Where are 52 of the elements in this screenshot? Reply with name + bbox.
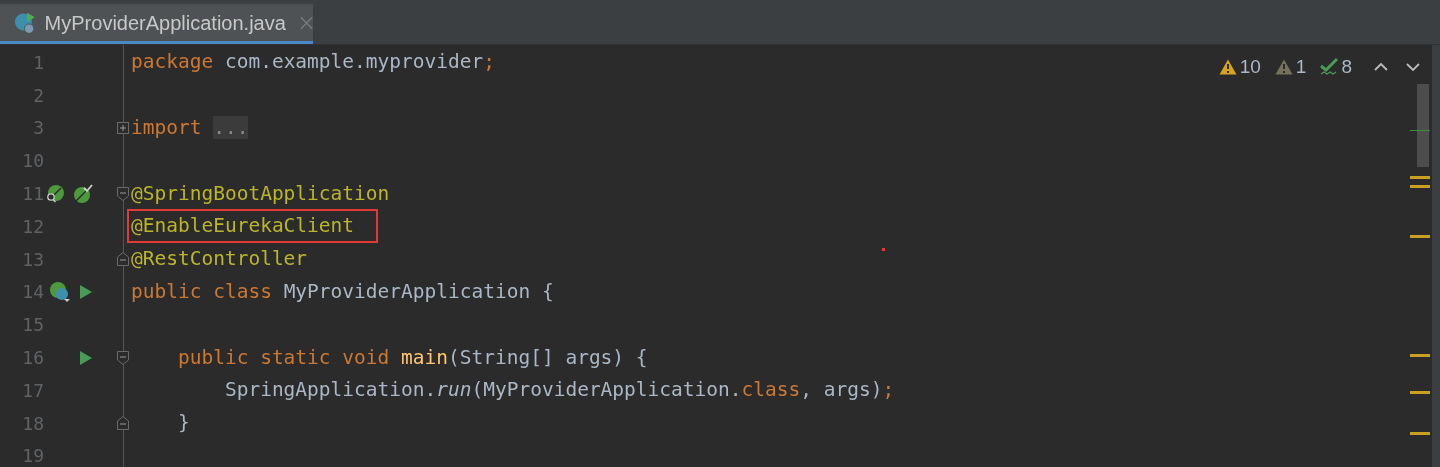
fold-end-icon[interactable] — [117, 252, 129, 267]
line-number: 2 — [32, 83, 44, 108]
line-number: 11 — [21, 182, 44, 207]
line-number: 19 — [21, 444, 44, 467]
line-number: 17 — [21, 378, 44, 403]
code-line: import ... — [131, 115, 249, 141]
error-stripe-marker — [1410, 130, 1430, 131]
inspection-count: 8 — [1341, 55, 1352, 79]
error-stripe-marker — [1410, 432, 1430, 435]
warning-icon — [1218, 59, 1237, 76]
inspection-count: 10 — [1239, 55, 1261, 79]
leaf-check-icon[interactable] — [73, 183, 93, 204]
error-stripe-marker — [1410, 235, 1430, 238]
scrollbar-thumb[interactable] — [1417, 84, 1429, 167]
code-line: } — [176, 410, 190, 437]
leaf-search-icon[interactable] — [45, 183, 65, 204]
line-number: 10 — [21, 149, 44, 174]
line-number: 14 — [21, 280, 44, 305]
line-number: 12 — [21, 214, 44, 239]
class-leaf-icon[interactable] — [49, 280, 71, 303]
code-line: @RestController — [131, 246, 308, 273]
code-line: public static void main(String[] args) { — [176, 344, 648, 371]
fold-expand-icon[interactable] — [117, 122, 129, 134]
error-stripe-marker — [1410, 391, 1430, 394]
previous-icon[interactable] — [1374, 62, 1388, 73]
line-number: 3 — [32, 116, 44, 141]
run-icon[interactable] — [79, 283, 93, 300]
fold-collapse-icon[interactable] — [117, 350, 129, 365]
error-stripe-marker — [1410, 354, 1430, 357]
line-number: 16 — [21, 346, 44, 371]
code-line: public class MyProviderApplication { — [131, 278, 554, 305]
file-tab[interactable]: MyProviderApplication.java — [0, 4, 313, 44]
code-line: SpringApplication.run(MyProviderApplication.class, args); — [223, 377, 895, 404]
tab-title: MyProviderApplication.java — [44, 10, 286, 36]
fold-end-icon[interactable] — [117, 416, 129, 431]
next-icon[interactable] — [1406, 62, 1420, 73]
warning-icon — [1274, 59, 1293, 76]
code-line: @EnableEurekaClient — [131, 213, 355, 240]
line-number: 15 — [21, 313, 44, 338]
line-number: 1 — [32, 50, 44, 75]
error-stripe-marker — [1410, 185, 1430, 188]
line-number: 13 — [21, 247, 44, 272]
typo-check-icon — [1320, 58, 1339, 77]
error-stripe-marker — [1410, 176, 1430, 179]
class-file-icon — [14, 10, 37, 35]
run-icon[interactable] — [79, 349, 93, 366]
fold-collapse-icon[interactable] — [117, 186, 129, 201]
line-number: 18 — [21, 411, 44, 436]
inspection-count: 1 — [1295, 55, 1307, 79]
code-line: @SpringBootApplication — [131, 180, 390, 207]
stray-mark — [882, 248, 885, 251]
code-line: package com.example.myprovider; — [131, 49, 495, 76]
